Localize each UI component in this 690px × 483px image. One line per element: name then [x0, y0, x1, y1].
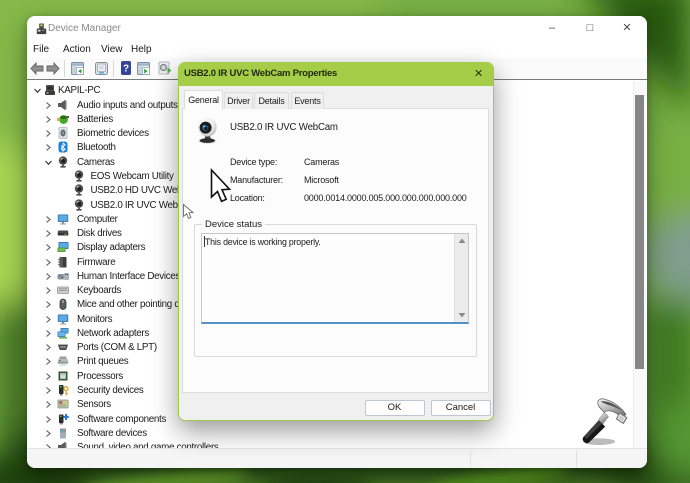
svg-text:?: ? [123, 64, 129, 75]
